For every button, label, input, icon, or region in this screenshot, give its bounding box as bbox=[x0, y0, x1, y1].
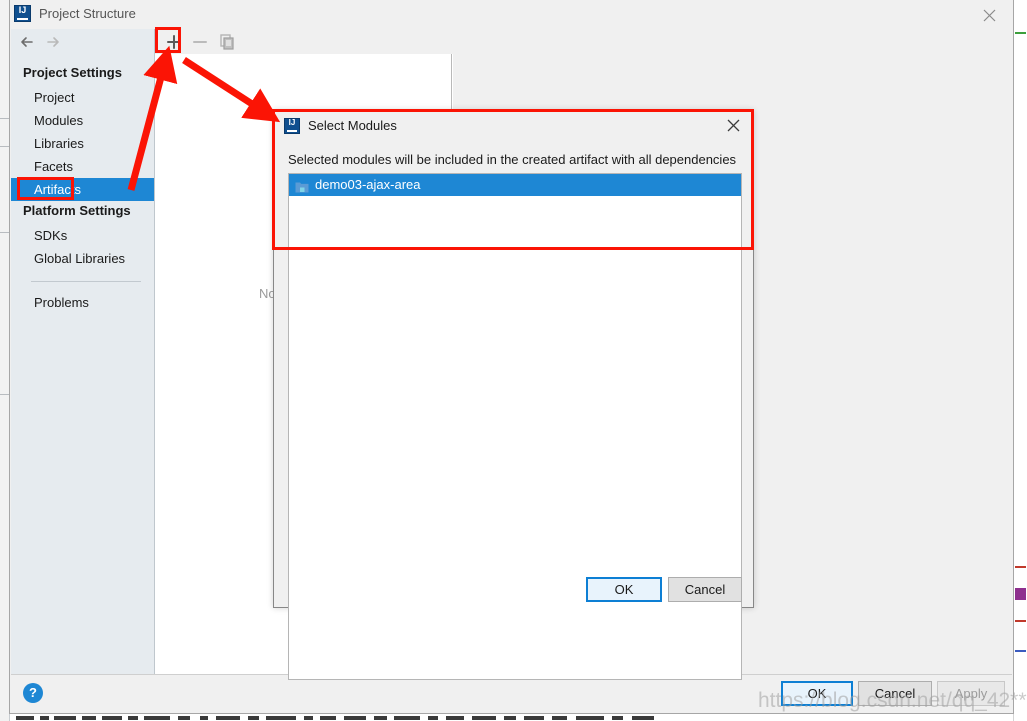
sidebar-item-modules[interactable]: Modules bbox=[11, 109, 154, 132]
sidebar-group-project-settings: Project Settings bbox=[23, 65, 122, 80]
module-list[interactable]: demo03-ajax-area bbox=[288, 173, 742, 680]
list-item[interactable]: demo03-ajax-area bbox=[289, 174, 741, 196]
sidebar-item-label: Project bbox=[34, 90, 75, 105]
sidebar-item-label: Problems bbox=[34, 295, 89, 310]
artifacts-toolbar bbox=[155, 29, 1012, 54]
background-editor-right-strip bbox=[1013, 0, 1027, 721]
sidebar-item-label: Modules bbox=[34, 113, 84, 128]
close-icon[interactable] bbox=[719, 113, 749, 139]
ok-button[interactable]: OK bbox=[781, 681, 853, 706]
help-icon[interactable] bbox=[23, 683, 43, 703]
sidebar-item-label: Global Libraries bbox=[34, 251, 126, 266]
dialog-cancel-button[interactable]: Cancel bbox=[668, 577, 742, 602]
module-icon bbox=[295, 178, 309, 193]
window-titlebar: Project Structure bbox=[10, 0, 1013, 29]
intellij-idea-icon bbox=[284, 118, 300, 134]
module-name: demo03-ajax-area bbox=[315, 177, 421, 192]
sidebar-item-artifacts[interactable]: Artifacts bbox=[11, 178, 154, 201]
apply-button[interactable]: Apply bbox=[937, 681, 1005, 706]
dialog-titlebar: Select Modules bbox=[274, 111, 753, 141]
sidebar-item-global-libraries[interactable]: Global Libraries bbox=[11, 247, 154, 270]
sidebar-item-sdks[interactable]: SDKs bbox=[11, 224, 154, 247]
nav-back-icon[interactable] bbox=[16, 31, 38, 53]
select-modules-dialog: Select Modules Selected modules will be … bbox=[273, 110, 754, 680]
nav-forward-icon[interactable] bbox=[42, 31, 64, 53]
minus-icon[interactable] bbox=[190, 32, 210, 52]
screenshot-root: Project Structure Project Settings bbox=[0, 0, 1027, 721]
copy-icon[interactable] bbox=[217, 32, 237, 52]
window-title: Project Structure bbox=[39, 6, 136, 21]
background-clipped-text bbox=[10, 715, 670, 721]
sidebar-item-label: SDKs bbox=[34, 228, 68, 243]
sidebar-item-label: Libraries bbox=[34, 136, 84, 151]
close-icon[interactable] bbox=[967, 0, 1013, 29]
sidebar-item-libraries[interactable]: Libraries bbox=[11, 132, 154, 155]
dialog-title: Select Modules bbox=[308, 118, 397, 133]
sidebar-divider bbox=[31, 281, 141, 282]
settings-sidebar: Project Settings Project Modules Librari… bbox=[11, 29, 155, 684]
sidebar-item-facets[interactable]: Facets bbox=[11, 155, 154, 178]
sidebar-item-project[interactable]: Project bbox=[11, 86, 154, 109]
intellij-idea-icon bbox=[14, 5, 31, 22]
dialog-ok-button[interactable]: OK bbox=[586, 577, 662, 602]
plus-icon[interactable] bbox=[164, 32, 184, 52]
cancel-button[interactable]: Cancel bbox=[858, 681, 932, 706]
dialog-description: Selected modules will be included in the… bbox=[288, 152, 737, 167]
sidebar-item-label: Artifacts bbox=[34, 182, 81, 197]
sidebar-item-problems[interactable]: Problems bbox=[11, 291, 154, 314]
sidebar-item-label: Facets bbox=[34, 159, 74, 174]
sidebar-group-platform-settings: Platform Settings bbox=[23, 203, 131, 218]
